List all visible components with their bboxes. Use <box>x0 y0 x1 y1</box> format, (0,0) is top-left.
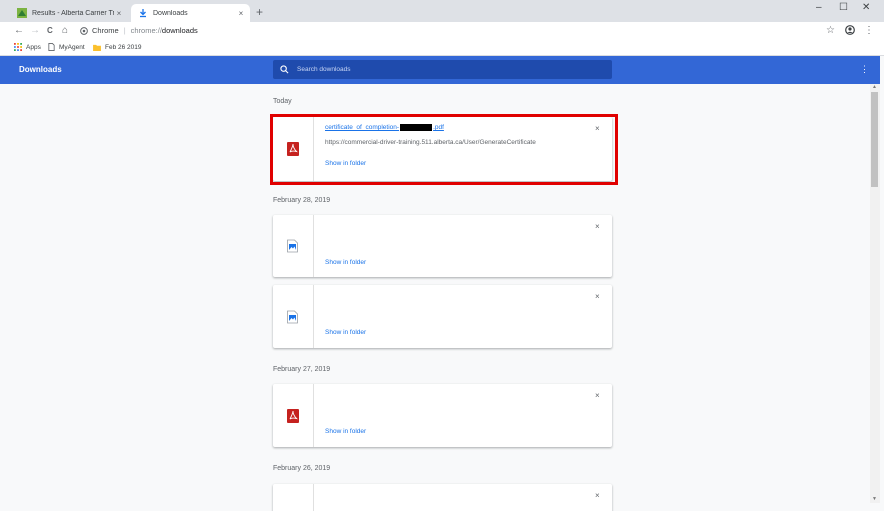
download-item: Show in folder × <box>273 285 612 348</box>
remove-item-icon[interactable]: × <box>595 491 600 500</box>
date-heading: February 28, 2019 <box>273 197 331 204</box>
scrollbar-thumb[interactable] <box>871 92 878 187</box>
forward-icon[interactable]: → <box>30 24 40 37</box>
redaction-bar <box>400 124 433 131</box>
search-box[interactable] <box>273 60 612 79</box>
source-url[interactable]: https://commercial-driver-training.511.a… <box>325 139 536 146</box>
date-heading: February 27, 2019 <box>273 366 331 373</box>
pdf-file-icon <box>287 142 299 156</box>
url-separator: | <box>123 26 126 35</box>
url-text: chrome://downloads <box>130 26 198 35</box>
remove-item-icon[interactable]: × <box>595 391 600 400</box>
download-item: Show in folder × <box>273 215 612 277</box>
downloads-menu-icon[interactable]: ⋮ <box>860 64 869 74</box>
tab-downloads[interactable]: Downloads × <box>131 4 250 22</box>
tab-close-icon[interactable]: × <box>236 9 246 18</box>
maximize-icon[interactable]: ☐ <box>839 2 848 13</box>
minimize-icon[interactable]: – <box>816 2 822 13</box>
tab-strip: Results - Alberta Carrier Training × Dow… <box>0 0 884 22</box>
search-icon <box>280 65 289 74</box>
site-label: Chrome <box>92 26 119 35</box>
bookmark-myagent[interactable]: MyAgent <box>48 41 85 53</box>
image-file-icon <box>287 239 298 253</box>
back-icon[interactable]: ← <box>14 24 24 37</box>
scroll-down-icon[interactable]: ▼ <box>872 496 877 502</box>
profile-icon[interactable] <box>845 25 855 35</box>
remove-item-icon[interactable]: × <box>595 292 600 301</box>
show-in-folder-link[interactable]: Show in folder <box>325 259 366 266</box>
chrome-info-icon <box>80 26 88 35</box>
downloads-header: Downloads ⋮ <box>0 56 880 84</box>
tab-results[interactable]: Results - Alberta Carrier Training × <box>10 4 128 22</box>
window-close-icon[interactable]: ✕ <box>862 2 870 13</box>
scroll-up-icon[interactable]: ▲ <box>872 84 877 90</box>
remove-item-icon[interactable]: × <box>595 222 600 231</box>
home-icon[interactable]: ⌂ <box>62 24 68 37</box>
download-item: certificate_of_completion- .pdf https://c… <box>273 117 612 181</box>
search-input[interactable] <box>295 65 599 74</box>
download-item: × <box>273 484 612 511</box>
chrome-menu-icon[interactable]: ⋮ <box>864 24 874 37</box>
bookmark-feb-26[interactable]: Feb 26 2019 <box>93 41 142 53</box>
show-in-folder-link[interactable]: Show in folder <box>325 160 366 167</box>
file-name-link[interactable]: certificate_of_completion- .pdf <box>325 124 444 131</box>
browser-toolbar: ← → C ⌂ Chrome | chrome://downloads ☆ ⋮ <box>0 22 884 39</box>
new-tab-button[interactable]: + <box>256 5 263 19</box>
show-in-folder-link[interactable]: Show in folder <box>325 329 366 336</box>
bookmark-label: Feb 26 2019 <box>105 43 142 51</box>
tab-title: Downloads <box>153 9 188 17</box>
date-heading: February 26, 2019 <box>273 465 331 472</box>
address-bar[interactable]: Chrome | chrome://downloads <box>80 24 198 37</box>
apps-grid-icon <box>14 43 22 51</box>
bookmarks-bar: Apps MyAgent Feb 26 2019 <box>0 39 884 56</box>
tab-title: Results - Alberta Carrier Training <box>32 9 114 17</box>
image-file-icon <box>287 310 298 323</box>
page-icon <box>48 43 55 51</box>
bookmark-label: Apps <box>26 43 41 51</box>
folder-icon <box>93 44 101 51</box>
bookmark-star-icon[interactable]: ☆ <box>826 24 835 37</box>
date-heading: Today <box>273 98 292 105</box>
page-title: Downloads <box>19 65 62 74</box>
bookmark-apps[interactable]: Apps <box>14 41 41 53</box>
bookmark-label: MyAgent <box>59 43 85 51</box>
reload-icon[interactable]: C <box>47 24 53 37</box>
pdf-file-icon <box>287 408 299 423</box>
download-favicon-icon <box>140 9 146 18</box>
show-in-folder-link[interactable]: Show in folder <box>325 428 366 435</box>
scrollbar[interactable]: ▲ ▼ <box>870 84 880 503</box>
remove-item-icon[interactable]: × <box>595 124 600 133</box>
download-item: Show in folder × <box>273 384 612 447</box>
downloads-list: Today certificate_of_completion- .pdf htt… <box>0 84 870 511</box>
tab-close-icon[interactable]: × <box>114 9 124 18</box>
alberta-favicon-icon <box>17 8 27 18</box>
